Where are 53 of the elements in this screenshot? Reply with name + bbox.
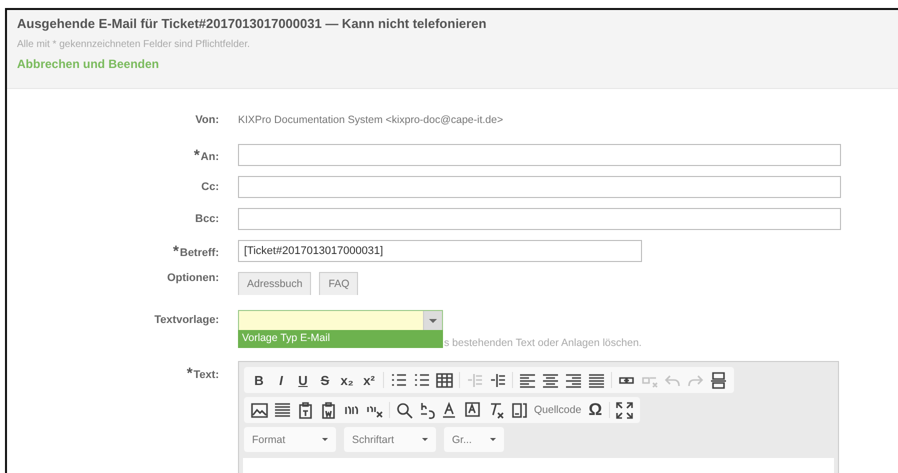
field-label: Cc: (200, 181, 220, 193)
format-dropdown[interactable]: Format (244, 427, 336, 452)
caret-icon (423, 310, 442, 330)
indent-icon (489, 372, 506, 388)
subscript-button[interactable]: x₂ (336, 369, 358, 391)
underline-button[interactable]: U (292, 369, 314, 391)
strike-button[interactable]: S (314, 369, 336, 391)
italic-button[interactable]: I (270, 369, 292, 391)
align-right-icon (565, 372, 582, 388)
numbered-list-icon (390, 372, 407, 388)
field-label: *Text: (186, 364, 220, 382)
format-dropdown[interactable]: Schriftart (344, 427, 436, 452)
field-label: *An: (192, 146, 220, 164)
required-mark: * (194, 146, 200, 164)
maximize-icon (616, 402, 634, 418)
background-color-icon (465, 402, 482, 418)
find-icon (396, 402, 413, 418)
align-left-icon (519, 372, 536, 388)
bullet-list-icon (413, 372, 430, 388)
remove-format-icon (488, 402, 505, 418)
sender-text: KIXPro Documentation System <kixpro-doc@cape-it.de> (238, 114, 504, 126)
field-label: Textvorlage: (153, 314, 220, 326)
text-input[interactable] (238, 208, 841, 230)
text-input[interactable]: [Ticket#2017013017000031] (238, 240, 642, 262)
show-blocks-icon (511, 402, 528, 418)
text-input[interactable] (238, 144, 841, 166)
special-char-button[interactable]: Ω (584, 399, 606, 421)
page-title: Ausgehende E-Mail für Ticket#2017013017000031 — Kann nicht telefonieren (17, 16, 488, 31)
option-button[interactable]: FAQ (319, 272, 358, 295)
field-label: Bcc: (194, 213, 220, 225)
page-break-icon (710, 372, 727, 388)
paste-word-icon (320, 402, 337, 418)
source-button[interactable]: Quellcode (531, 399, 584, 421)
format-dropdown[interactable]: Gr... (444, 427, 504, 452)
template-select[interactable] (238, 310, 443, 330)
outdent-icon (466, 372, 483, 388)
image-icon (251, 402, 268, 418)
field-label: Optionen: (166, 272, 220, 284)
hint-text: s bestehenden Text oder Anlagen löschen. (444, 337, 642, 349)
text-input[interactable] (238, 176, 841, 198)
align-center-icon (542, 372, 559, 388)
justify-icon (588, 372, 605, 388)
superscript-button[interactable]: x² (358, 369, 380, 391)
paste-text-icon (297, 402, 314, 418)
horizontal-rule-icon (274, 402, 291, 418)
required-mark: * (173, 242, 179, 260)
field-label: Von: (194, 114, 220, 126)
bold-button[interactable]: B (248, 369, 270, 391)
table-icon (436, 372, 453, 388)
required-mark: * (186, 365, 193, 382)
field-label: *Betreff: (172, 242, 220, 260)
option-button[interactable]: Adressbuch (238, 272, 312, 295)
required-fields-note: Alle mit * gekennzeichneten Felder sind Pflichtfelder. (17, 39, 251, 50)
